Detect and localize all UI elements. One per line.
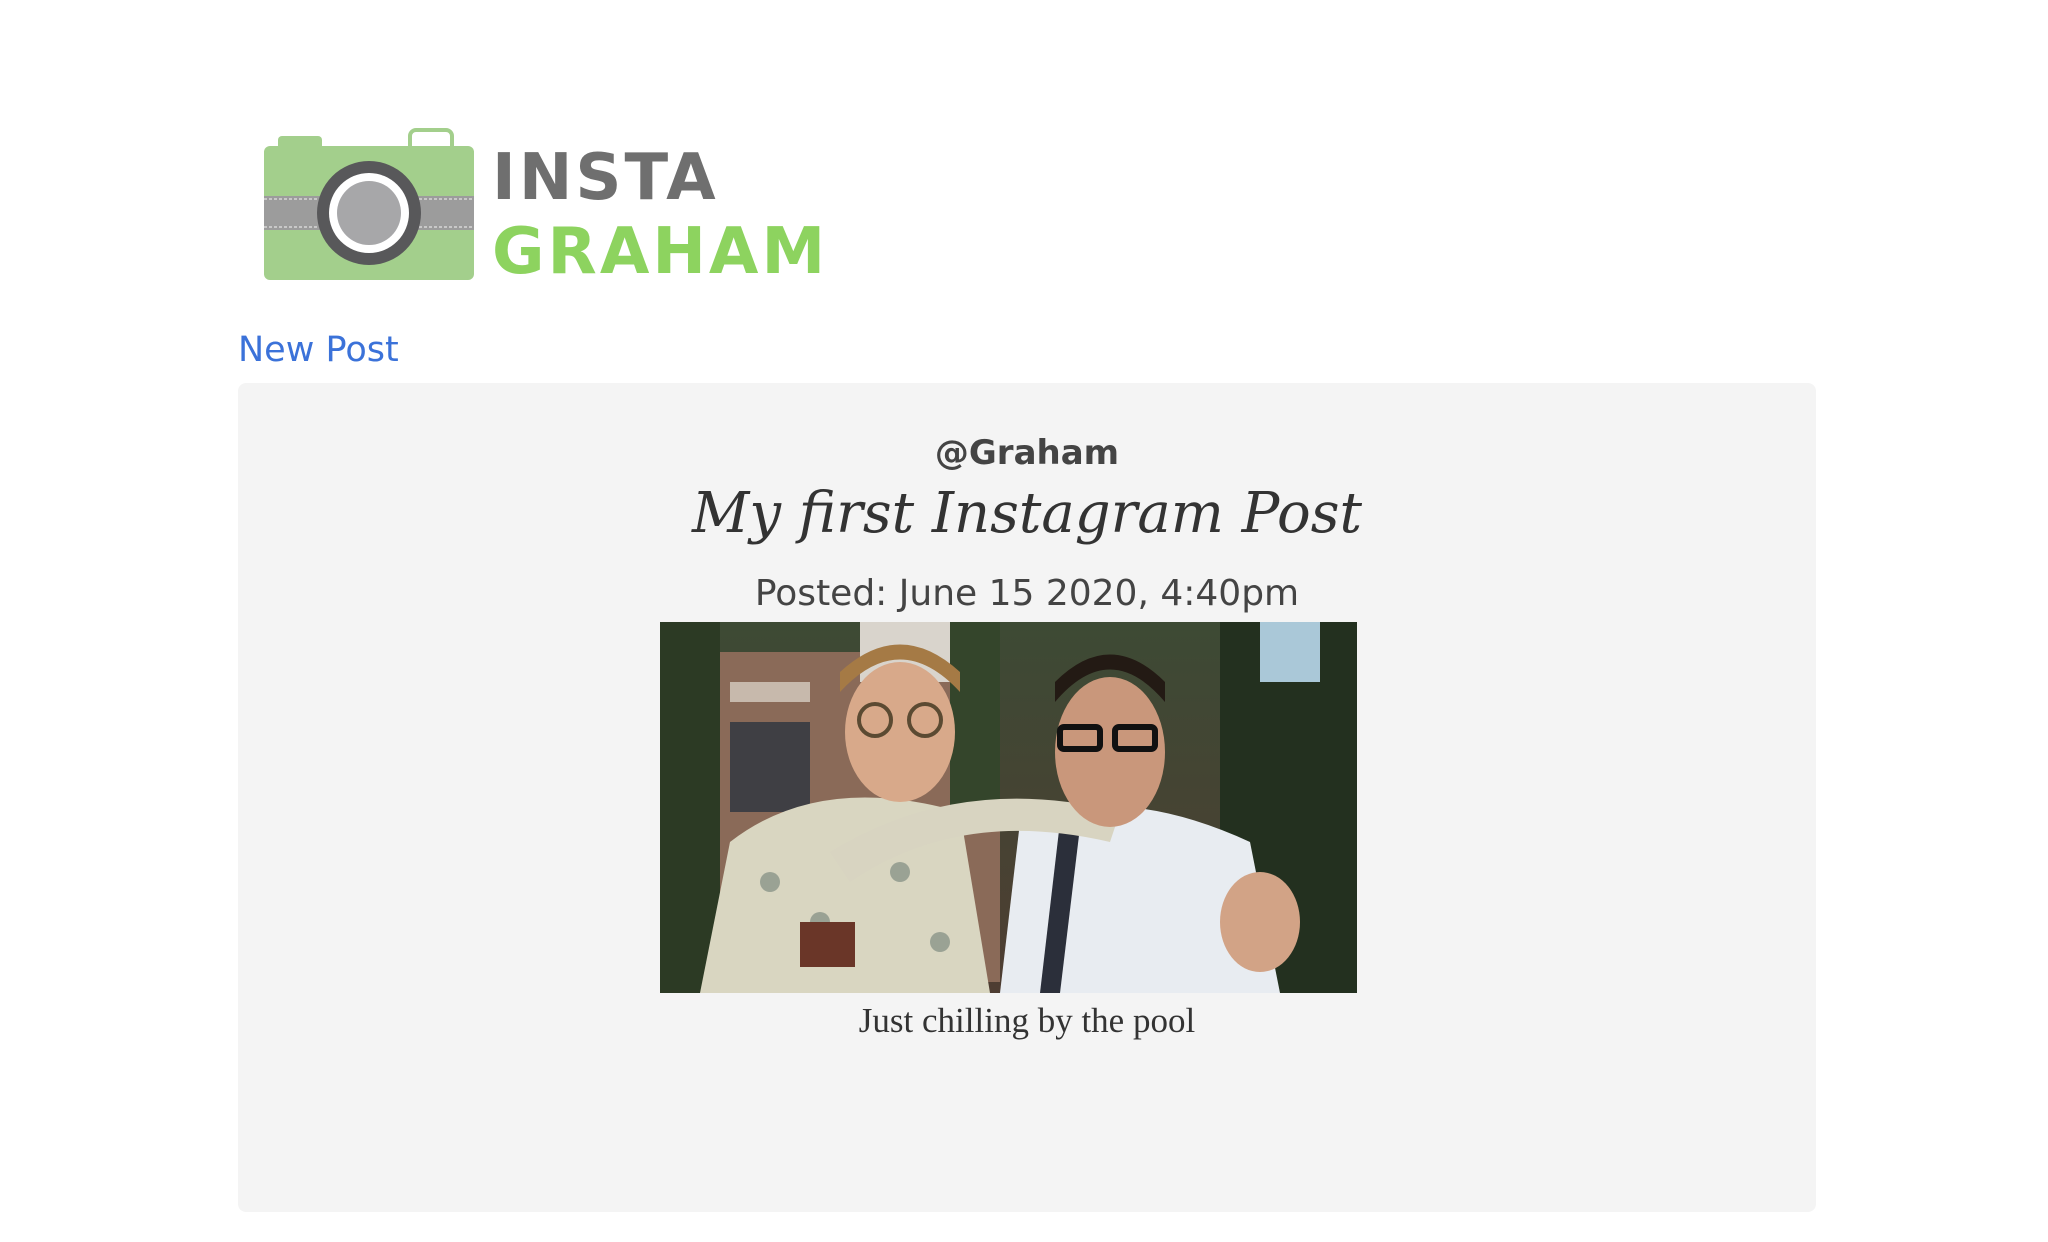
- new-post-link[interactable]: New Post: [238, 330, 399, 370]
- post-caption: Just chilling by the pool: [858, 1001, 1196, 1040]
- post-username[interactable]: @Graham: [238, 433, 1816, 473]
- post-card: @Graham My first Instagram Post Posted: …: [238, 383, 1816, 1212]
- post-photo[interactable]: [660, 622, 1357, 993]
- photo-image: [660, 622, 1357, 993]
- logo-word-insta: INSTA: [492, 141, 719, 215]
- post-date: Posted: June 15 2020, 4:40pm: [754, 573, 1300, 614]
- post-title: My first Instagram Post: [691, 481, 1363, 546]
- page: INSTA GRAHAM New Post @Graham My first I…: [0, 0, 2048, 1242]
- logo-word-graham: GRAHAM: [492, 215, 829, 289]
- site-logo[interactable]: INSTA GRAHAM: [262, 128, 825, 288]
- camera-icon: [264, 128, 474, 280]
